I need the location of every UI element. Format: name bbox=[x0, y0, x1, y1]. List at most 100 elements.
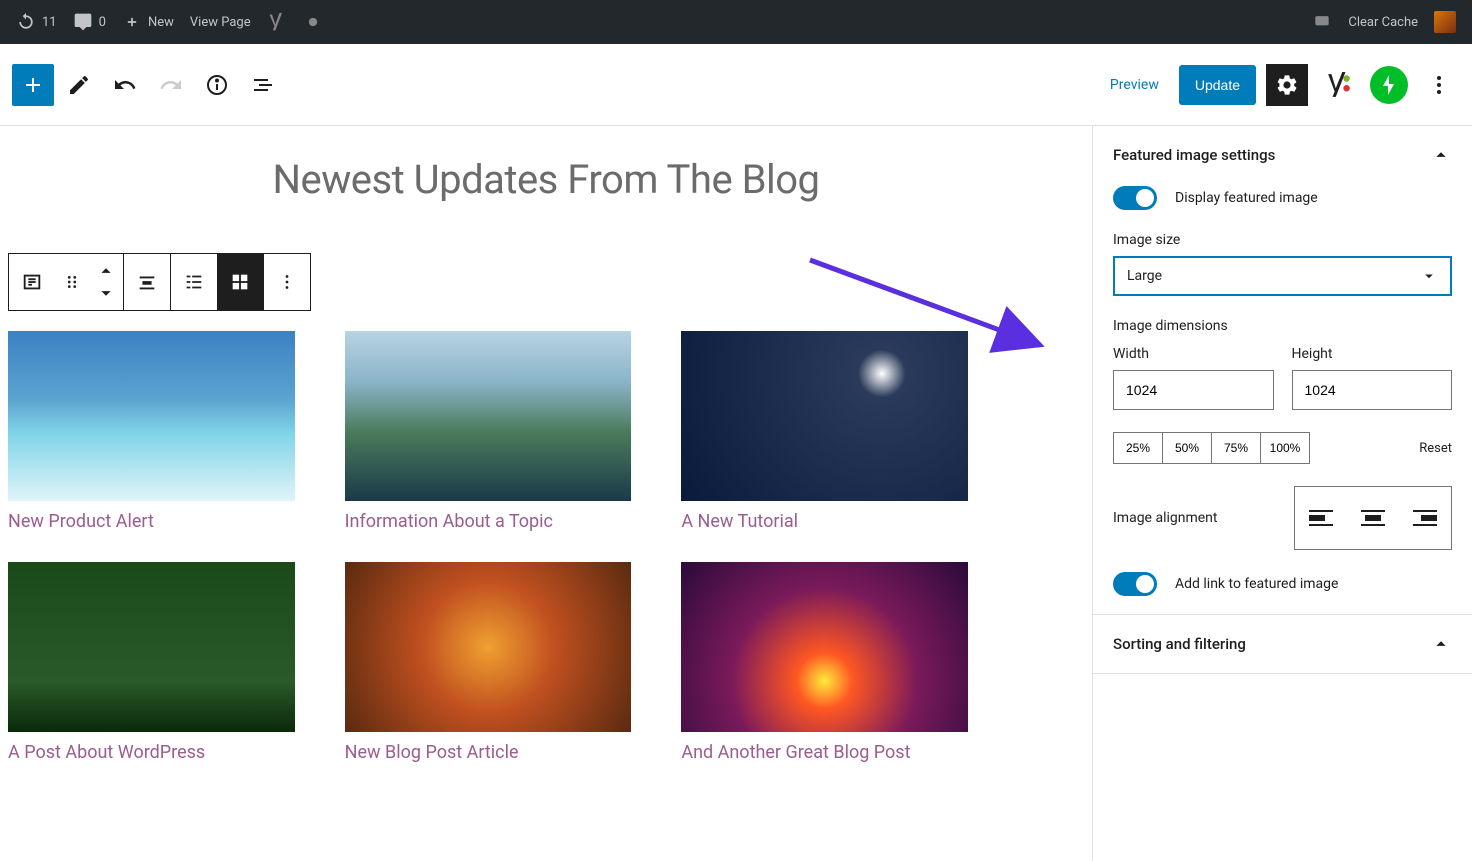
page-title[interactable]: Newest Updates From The Blog bbox=[8, 156, 1084, 203]
chevron-up-icon bbox=[1430, 633, 1452, 655]
block-toolbar bbox=[8, 253, 311, 311]
align-right-button[interactable] bbox=[1399, 487, 1451, 549]
admin-avatar[interactable] bbox=[1426, 0, 1464, 44]
display-featured-toggle[interactable] bbox=[1113, 186, 1157, 210]
panel-title: Featured image settings bbox=[1113, 146, 1275, 164]
image-size-select[interactable]: Large bbox=[1113, 256, 1452, 296]
alignment-label: Image alignment bbox=[1113, 510, 1218, 526]
more-menu-button[interactable] bbox=[1418, 64, 1460, 106]
post-title[interactable]: And Another Great Blog Post bbox=[681, 742, 968, 763]
settings-button[interactable] bbox=[1266, 64, 1308, 106]
edit-mode-button[interactable] bbox=[58, 64, 100, 106]
post-image bbox=[8, 331, 295, 501]
align-center-button[interactable] bbox=[1347, 487, 1399, 549]
plus-icon bbox=[122, 12, 142, 32]
pct-50-button[interactable]: 50% bbox=[1162, 432, 1212, 464]
chevron-up-icon bbox=[95, 260, 117, 282]
post-card[interactable]: And Another Great Blog Post bbox=[681, 562, 968, 763]
pencil-icon bbox=[67, 73, 91, 97]
post-title[interactable]: New Product Alert bbox=[8, 511, 295, 532]
info-button[interactable] bbox=[196, 64, 238, 106]
height-label: Height bbox=[1292, 346, 1453, 362]
undo-icon bbox=[113, 73, 137, 97]
post-card[interactable]: Information About a Topic bbox=[345, 331, 632, 532]
toolbar-move[interactable] bbox=[89, 254, 123, 310]
settings-sidebar: Featured image settings Display featured… bbox=[1092, 126, 1472, 861]
jetpack-icon bbox=[1377, 73, 1401, 97]
yoast-icon bbox=[1326, 72, 1352, 98]
post-card[interactable]: New Blog Post Article bbox=[345, 562, 632, 763]
info-icon bbox=[205, 73, 229, 97]
toolbar-align[interactable] bbox=[124, 254, 170, 310]
toolbar-grid-view[interactable] bbox=[217, 254, 263, 310]
drag-icon bbox=[61, 271, 83, 293]
toggle-label: Add link to featured image bbox=[1175, 576, 1338, 592]
toolbar-drag[interactable] bbox=[55, 254, 89, 310]
post-title[interactable]: A Post About WordPress bbox=[8, 742, 295, 763]
reset-link[interactable]: Reset bbox=[1419, 441, 1452, 456]
clear-cache-label: Clear Cache bbox=[1348, 15, 1418, 30]
outline-button[interactable] bbox=[242, 64, 284, 106]
admin-clear-cache-icon[interactable] bbox=[1304, 0, 1340, 44]
admin-notif[interactable] bbox=[295, 0, 331, 44]
width-input[interactable] bbox=[1113, 370, 1274, 410]
plus-icon bbox=[21, 73, 45, 97]
post-card[interactable]: A Post About WordPress bbox=[8, 562, 295, 763]
panel-header-featured[interactable]: Featured image settings bbox=[1113, 144, 1452, 166]
latest-posts-icon bbox=[21, 271, 43, 293]
align-left-button[interactable] bbox=[1295, 487, 1347, 549]
updates-icon bbox=[16, 12, 36, 32]
chevron-down-icon bbox=[1420, 267, 1438, 285]
pct-75-button[interactable]: 75% bbox=[1211, 432, 1261, 464]
comments-count: 0 bbox=[99, 15, 106, 30]
redo-button[interactable] bbox=[150, 64, 192, 106]
toolbar-block-type[interactable] bbox=[9, 254, 55, 310]
pct-100-button[interactable]: 100% bbox=[1260, 432, 1310, 464]
select-value: Large bbox=[1127, 268, 1162, 284]
more-vertical-icon bbox=[1427, 73, 1451, 97]
post-image bbox=[8, 562, 295, 732]
update-button[interactable]: Update bbox=[1179, 65, 1256, 105]
panel-header-sorting[interactable]: Sorting and filtering bbox=[1113, 633, 1452, 655]
chevron-down-icon bbox=[95, 282, 117, 304]
gear-icon bbox=[1275, 73, 1299, 97]
post-title[interactable]: A New Tutorial bbox=[681, 511, 968, 532]
align-icon bbox=[136, 271, 158, 293]
speech-icon bbox=[1312, 12, 1332, 32]
admin-new[interactable]: New bbox=[114, 0, 182, 44]
grid-view-icon bbox=[229, 271, 251, 293]
post-card[interactable]: New Product Alert bbox=[8, 331, 295, 532]
list-view-icon bbox=[183, 271, 205, 293]
undo-button[interactable] bbox=[104, 64, 146, 106]
list-icon bbox=[251, 73, 275, 97]
post-image bbox=[681, 562, 968, 732]
editor-canvas[interactable]: Newest Updates From The Blog bbox=[0, 126, 1092, 861]
admin-yoast[interactable] bbox=[259, 0, 295, 44]
admin-comments[interactable]: 0 bbox=[65, 0, 114, 44]
updates-count: 11 bbox=[42, 15, 57, 30]
admin-updates[interactable]: 11 bbox=[8, 0, 65, 44]
admin-clear-cache[interactable]: Clear Cache bbox=[1340, 0, 1426, 44]
height-input[interactable] bbox=[1292, 370, 1453, 410]
post-title[interactable]: Information About a Topic bbox=[345, 511, 632, 532]
post-image bbox=[345, 562, 632, 732]
avatar bbox=[1434, 11, 1456, 33]
jetpack-button[interactable] bbox=[1370, 66, 1408, 104]
toolbar-more[interactable] bbox=[264, 254, 310, 310]
toggle-label: Display featured image bbox=[1175, 190, 1318, 206]
image-size-label: Image size bbox=[1113, 232, 1452, 248]
sorting-panel: Sorting and filtering bbox=[1093, 615, 1472, 674]
yoast-editor-button[interactable] bbox=[1318, 64, 1360, 106]
pct-25-button[interactable]: 25% bbox=[1113, 432, 1163, 464]
preview-link[interactable]: Preview bbox=[1100, 77, 1169, 93]
post-card[interactable]: A New Tutorial bbox=[681, 331, 968, 532]
yoast-icon bbox=[267, 12, 287, 32]
add-block-button[interactable] bbox=[12, 64, 54, 106]
add-link-toggle[interactable] bbox=[1113, 572, 1157, 596]
admin-view-page[interactable]: View Page bbox=[182, 0, 259, 44]
toolbar-list-view[interactable] bbox=[171, 254, 217, 310]
redo-icon bbox=[159, 73, 183, 97]
new-label: New bbox=[148, 15, 174, 30]
post-title[interactable]: New Blog Post Article bbox=[345, 742, 632, 763]
alignment-group bbox=[1294, 486, 1452, 550]
